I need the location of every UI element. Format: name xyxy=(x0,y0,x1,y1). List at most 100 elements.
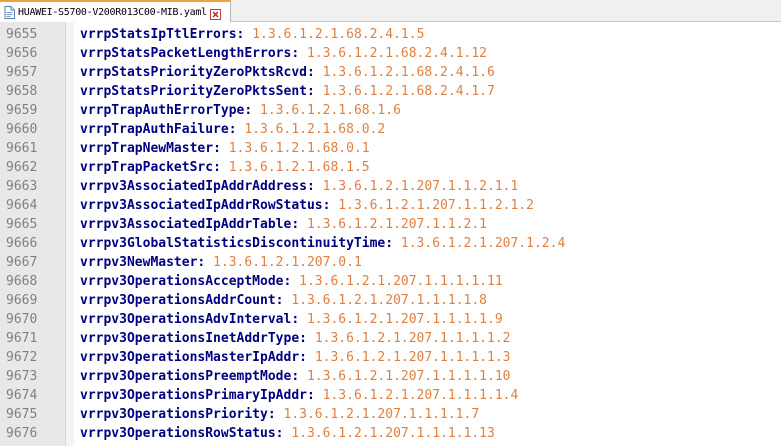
line-number: 9667 xyxy=(6,255,38,270)
yaml-separator: : xyxy=(197,255,214,270)
code-line[interactable]: 9674 vrrpv3OperationsPrimaryIpAddr: 1.3.6… xyxy=(0,386,781,405)
code-line[interactable]: 9666 vrrpv3GlobalStatisticsDiscontinuityT… xyxy=(0,234,781,253)
line-content: vrrpv3OperationsRowStatus: 1.3.6.1.2.1.2… xyxy=(80,424,495,443)
yaml-key: vrrpv3GlobalStatisticsDiscontinuityTime xyxy=(80,236,386,251)
line-content: vrrpv3AssociatedIpAddrAddress: 1.3.6.1.2… xyxy=(80,177,518,196)
line-content: vrrpv3OperationsInetAddrType: 1.3.6.1.2.… xyxy=(80,329,510,348)
code-line[interactable]: 9658 vrrpStatsPriorityZeroPktsSent: 1.3.6… xyxy=(0,82,781,101)
code-line[interactable]: 9665 vrrpv3AssociatedIpAddrTable: 1.3.6.1… xyxy=(0,215,781,234)
close-icon[interactable] xyxy=(209,7,221,20)
line-content: vrrpv3AssociatedIpAddrRowStatus: 1.3.6.1… xyxy=(80,196,534,215)
yaml-separator: : xyxy=(306,65,323,80)
tab-bar: HUAWEI-S5700-V200R013C00-MIB.yaml xyxy=(0,0,781,22)
yaml-key: vrrpTrapNewMaster xyxy=(80,141,214,156)
yaml-value: 1.3.6.1.2.1.207.1.1.1.1.8 xyxy=(291,293,487,308)
code-line[interactable]: 9655 vrrpStatsIpTtlErrors: 1.3.6.1.2.1.68… xyxy=(0,25,781,44)
line-number: 9672 xyxy=(6,350,38,365)
yaml-value: 1.3.6.1.2.1.207.1.1.2.1 xyxy=(306,217,487,232)
line-number: 9661 xyxy=(6,141,38,156)
line-number: 9665 xyxy=(6,217,38,232)
yaml-key: vrrpStatsPriorityZeroPktsSent xyxy=(80,84,307,99)
line-content: vrrpv3OperationsAdvInterval: 1.3.6.1.2.1… xyxy=(80,310,503,329)
yaml-key: vrrpStatsIpTtlErrors xyxy=(80,27,237,42)
line-number: 9659 xyxy=(6,103,38,118)
yaml-key: vrrpv3OperationsAddrCount xyxy=(80,293,276,308)
code-line[interactable]: 9673 vrrpv3OperationsPreemptMode: 1.3.6.1… xyxy=(0,367,781,386)
line-content: vrrpv3OperationsAcceptMode: 1.3.6.1.2.1.… xyxy=(80,272,503,291)
line-content: vrrpv3OperationsPrimaryIpAddr: 1.3.6.1.2… xyxy=(80,386,518,405)
tab-yaml-file[interactable]: HUAWEI-S5700-V200R013C00-MIB.yaml xyxy=(0,0,231,22)
yaml-value: 1.3.6.1.2.1.68.2.4.1.5 xyxy=(252,27,425,42)
file-icon xyxy=(4,5,15,19)
line-content: vrrpv3OperationsMasterIpAddr: 1.3.6.1.2.… xyxy=(80,348,510,367)
yaml-separator: : xyxy=(267,407,284,422)
code-line[interactable]: 9660 vrrpTrapAuthFailure: 1.3.6.1.2.1.68.… xyxy=(0,120,781,139)
yaml-key: vrrpv3AssociatedIpAddrRowStatus xyxy=(80,198,323,213)
line-number: 9656 xyxy=(6,46,38,61)
yaml-value: 1.3.6.1.2.1.207.1.1.1.1.13 xyxy=(291,426,495,441)
yaml-value: 1.3.6.1.2.1.207.1.1.1.1.10 xyxy=(306,369,511,384)
yaml-value: 1.3.6.1.2.1.68.1.6 xyxy=(260,103,401,118)
yaml-key: vrrpv3OperationsAcceptMode xyxy=(80,274,284,289)
line-number: 9660 xyxy=(6,122,38,137)
line-content: vrrpStatsPriorityZeroPktsRcvd: 1.3.6.1.2… xyxy=(80,63,495,82)
yaml-key: vrrpStatsPriorityZeroPktsRcvd xyxy=(80,65,307,80)
line-content: vrrpv3OperationsPreemptMode: 1.3.6.1.2.1… xyxy=(80,367,510,386)
yaml-separator: : xyxy=(306,179,323,194)
line-content: vrrpStatsPriorityZeroPktsSent: 1.3.6.1.2… xyxy=(80,82,495,101)
code-line[interactable]: 9675 vrrpv3OperationsPriority: 1.3.6.1.2.… xyxy=(0,405,781,424)
yaml-separator: : xyxy=(213,160,229,175)
yaml-separator: : xyxy=(283,274,300,289)
yaml-key: vrrpv3OperationsPreemptMode xyxy=(80,369,292,384)
yaml-value: 1.3.6.1.2.1.207.1.1.1.1.2 xyxy=(314,331,511,346)
yaml-key: vrrpv3AssociatedIpAddrTable xyxy=(80,217,292,232)
code-line[interactable]: 9661 vrrpTrapNewMaster: 1.3.6.1.2.1.68.0.… xyxy=(0,139,781,158)
code-line[interactable]: 9657 vrrpStatsPriorityZeroPktsRcvd: 1.3.6… xyxy=(0,63,781,82)
line-number: 9674 xyxy=(6,388,38,403)
line-content: vrrpTrapAuthFailure: 1.3.6.1.2.1.68.0.2 xyxy=(80,120,385,139)
code-line[interactable]: 9662 vrrpTrapPacketSrc: 1.3.6.1.2.1.68.1.… xyxy=(0,158,781,177)
code-line[interactable]: 9670 vrrpv3OperationsAdvInterval: 1.3.6.1… xyxy=(0,310,781,329)
code-line[interactable]: 9668 vrrpv3OperationsAcceptMode: 1.3.6.1.… xyxy=(0,272,781,291)
yaml-value: 1.3.6.1.2.1.207.1.1.1.1.9 xyxy=(306,312,503,327)
line-number: 9669 xyxy=(6,293,38,308)
code-line[interactable]: 9676 vrrpv3OperationsRowStatus: 1.3.6.1.2… xyxy=(0,424,781,443)
yaml-value: 1.3.6.1.2.1.207.1.1.1.1.4 xyxy=(322,388,519,403)
code-editor[interactable]: 9655 vrrpStatsIpTtlErrors: 1.3.6.1.2.1.68… xyxy=(0,22,781,446)
line-content: vrrpTrapPacketSrc: 1.3.6.1.2.1.68.1.5 xyxy=(80,158,370,177)
code-line[interactable]: 9663 vrrpv3AssociatedIpAddrAddress: 1.3.6… xyxy=(0,177,781,196)
yaml-key: vrrpv3OperationsPriority xyxy=(80,407,268,422)
yaml-key: vrrpTrapAuthErrorType xyxy=(80,103,245,118)
yaml-separator: : xyxy=(236,27,253,42)
code-line[interactable]: 9672 vrrpv3OperationsMasterIpAddr: 1.3.6.… xyxy=(0,348,781,367)
yaml-key: vrrpv3OperationsMasterIpAddr xyxy=(80,350,300,365)
yaml-separator: : xyxy=(291,217,307,232)
editor-window: HUAWEI-S5700-V200R013C00-MIB.yaml 9655 vr… xyxy=(0,0,781,446)
line-number: 9675 xyxy=(6,407,38,422)
line-content: vrrpv3OperationsAddrCount: 1.3.6.1.2.1.2… xyxy=(80,291,487,310)
code-line[interactable]: 9671 vrrpv3OperationsInetAddrType: 1.3.6.… xyxy=(0,329,781,348)
yaml-separator: : xyxy=(299,350,315,365)
yaml-key: vrrpv3AssociatedIpAddrAddress xyxy=(80,179,307,194)
yaml-key: vrrpTrapPacketSrc xyxy=(80,160,214,175)
code-line[interactable]: 9667 vrrpv3NewMaster: 1.3.6.1.2.1.207.0.1 xyxy=(0,253,781,272)
yaml-value: 1.3.6.1.2.1.207.1.1.1.1.3 xyxy=(314,350,511,365)
line-content: vrrpv3GlobalStatisticsDiscontinuityTime:… xyxy=(80,234,565,253)
yaml-value: 1.3.6.1.2.1.207.0.1 xyxy=(213,255,362,270)
line-number: 9655 xyxy=(6,27,38,42)
yaml-separator: : xyxy=(228,122,245,137)
yaml-separator: : xyxy=(322,198,339,213)
yaml-value: 1.3.6.1.2.1.207.1.2.4 xyxy=(400,236,566,251)
line-number: 9657 xyxy=(6,65,38,80)
yaml-value: 1.3.6.1.2.1.68.0.2 xyxy=(244,122,386,137)
code-line[interactable]: 9664 vrrpv3AssociatedIpAddrRowStatus: 1.3… xyxy=(0,196,781,215)
code-line[interactable]: 9656 vrrpStatsPacketLengthErrors: 1.3.6.1… xyxy=(0,44,781,63)
line-number: 9670 xyxy=(6,312,38,327)
code-line[interactable]: 9669 vrrpv3OperationsAddrCount: 1.3.6.1.2… xyxy=(0,291,781,310)
yaml-key: vrrpv3OperationsRowStatus xyxy=(80,426,276,441)
line-content: vrrpTrapNewMaster: 1.3.6.1.2.1.68.0.1 xyxy=(80,139,370,158)
line-number: 9658 xyxy=(6,84,38,99)
code-line[interactable]: 9659 vrrpTrapAuthErrorType: 1.3.6.1.2.1.6… xyxy=(0,101,781,120)
tab-label: HUAWEI-S5700-V200R013C00-MIB.yaml xyxy=(18,6,207,18)
line-content: vrrpv3AssociatedIpAddrTable: 1.3.6.1.2.1… xyxy=(80,215,487,234)
